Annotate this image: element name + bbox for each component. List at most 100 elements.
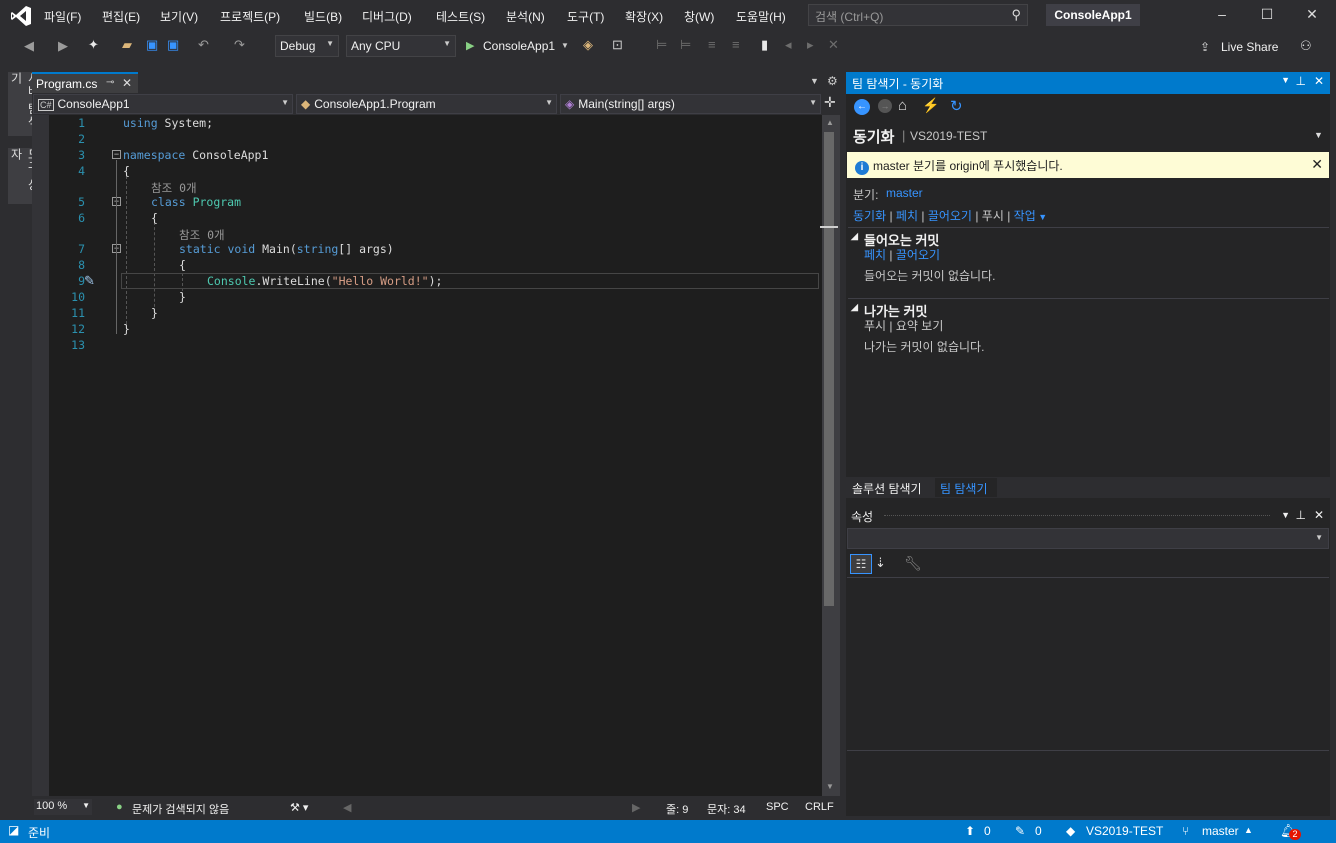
start-button[interactable]: ConsoleApp1 bbox=[483, 39, 555, 53]
branch-status[interactable]: master bbox=[1202, 824, 1239, 838]
pin-icon[interactable]: ⊸ bbox=[106, 77, 114, 88]
search-input[interactable]: 검색 (Ctrl+Q) ⚲ bbox=[808, 4, 1028, 26]
play-icon[interactable]: ▶ bbox=[466, 39, 474, 52]
divider bbox=[847, 750, 1329, 751]
project-select[interactable]: C# ConsoleApp1 ▼ bbox=[33, 94, 293, 114]
sync-link[interactable]: 동기화 bbox=[853, 209, 886, 223]
scroll-down-icon[interactable]: ▼ bbox=[826, 782, 834, 791]
split-window-icon[interactable]: ✛ bbox=[824, 94, 836, 111]
platform-select[interactable]: Any CPU ▼ bbox=[346, 35, 456, 57]
maximize-icon[interactable]: ☐ bbox=[1255, 6, 1279, 26]
close-icon[interactable]: ✕ bbox=[1314, 74, 1324, 88]
close-tab-icon[interactable]: ✕ bbox=[122, 76, 132, 90]
zoom-select[interactable]: 100 % ▼ bbox=[34, 799, 92, 815]
code-line-6: { bbox=[151, 211, 158, 225]
pin-icon[interactable]: ⊥ bbox=[1296, 508, 1306, 522]
forward-icon[interactable]: ▶ bbox=[58, 38, 68, 54]
codelens-references[interactable]: 참조 0개 bbox=[179, 227, 225, 243]
actions-menu[interactable]: 작업 bbox=[1014, 209, 1036, 223]
new-project-icon[interactable]: ✦ bbox=[88, 37, 99, 53]
screenshot-icon[interactable]: ⊡ bbox=[612, 37, 623, 53]
live-share-button[interactable]: Live Share bbox=[1221, 40, 1278, 54]
connect-icon[interactable]: ⚡ bbox=[922, 97, 939, 114]
scroll-thumb[interactable] bbox=[824, 132, 834, 606]
menu-build[interactable]: 빌드(B) bbox=[304, 8, 342, 25]
refresh-icon[interactable]: ↻ bbox=[950, 97, 963, 115]
property-pages-icon[interactable]: 🔧︎ bbox=[904, 555, 922, 572]
collapse-outgoing-icon[interactable]: ◢ bbox=[851, 302, 858, 313]
tab-team-explorer[interactable]: 팀 탐색기 bbox=[935, 478, 997, 497]
save-all-icon[interactable]: ▣ bbox=[167, 37, 179, 53]
code-cleanup-icon[interactable]: ⚒ ▾ bbox=[290, 801, 308, 814]
menu-window[interactable]: 창(W) bbox=[684, 8, 714, 25]
fetch-link[interactable]: 페치 bbox=[896, 209, 918, 223]
bookmark-icon[interactable]: ▮ bbox=[761, 37, 768, 53]
window-position-icon[interactable]: ▼ bbox=[1281, 75, 1290, 85]
menu-view[interactable]: 보기(V) bbox=[160, 8, 198, 25]
back-icon[interactable]: ◀ bbox=[24, 38, 34, 54]
issues-status[interactable]: 문제가 검색되지 않음 bbox=[132, 801, 229, 817]
home-icon[interactable]: ⌂ bbox=[898, 97, 907, 114]
collapse-namespace-icon[interactable]: − bbox=[112, 150, 121, 159]
quick-actions-icon[interactable]: ✎ bbox=[84, 273, 95, 289]
align-icon: ⊨ bbox=[680, 37, 692, 52]
branch-icon[interactable]: ⑂ bbox=[1182, 824, 1189, 838]
pending-changes-icon[interactable]: ✎ bbox=[1015, 824, 1025, 838]
minimize-icon[interactable]: – bbox=[1210, 6, 1234, 26]
menu-tools[interactable]: 도구(T) bbox=[567, 8, 604, 25]
menu-edit[interactable]: 편집(E) bbox=[102, 8, 140, 25]
close-info-icon[interactable]: ✕ bbox=[1311, 156, 1323, 173]
unpushed-count[interactable]: 0 bbox=[984, 824, 991, 838]
codelens-references[interactable]: 참조 0개 bbox=[151, 180, 197, 196]
member-select[interactable]: ◈ Main(string[] args) ▼ bbox=[560, 94, 821, 114]
open-folder-icon[interactable]: ▰ bbox=[122, 37, 132, 53]
hscroll-right-icon[interactable]: ▶ bbox=[632, 801, 640, 814]
collapse-incoming-icon[interactable]: ◢ bbox=[851, 231, 858, 242]
tab-list-dropdown-icon[interactable]: ▼ bbox=[810, 76, 819, 86]
scroll-up-icon[interactable]: ▲ bbox=[826, 118, 834, 127]
window-position-icon[interactable]: ▼ bbox=[1281, 510, 1290, 520]
pending-changes-count[interactable]: 0 bbox=[1035, 824, 1042, 838]
menu-project[interactable]: 프로젝트(P) bbox=[220, 8, 280, 25]
tab-program-cs[interactable]: Program.cs ⊸ ✕ bbox=[32, 72, 138, 93]
line-number: 7 bbox=[78, 242, 85, 256]
pin-icon[interactable]: ⊥ bbox=[1296, 74, 1306, 88]
branch-up-icon[interactable]: ▲ bbox=[1244, 825, 1253, 835]
feedback-icon[interactable]: ⚇ bbox=[1300, 38, 1312, 54]
branch-link[interactable]: master bbox=[886, 186, 923, 200]
type-select[interactable]: ◆ ConsoleApp1.Program ▼ bbox=[296, 94, 557, 114]
live-share-icon[interactable]: ⇪ bbox=[1200, 40, 1210, 54]
page-dropdown-icon[interactable]: ▼ bbox=[1314, 130, 1323, 140]
repository-icon[interactable]: ◆ bbox=[1066, 824, 1075, 838]
menu-file[interactable]: 파일(F) bbox=[44, 8, 81, 25]
close-icon[interactable]: ✕ bbox=[1300, 6, 1324, 26]
menu-analyze[interactable]: 분석(N) bbox=[506, 8, 545, 25]
back-icon[interactable]: ← bbox=[854, 99, 870, 115]
hscroll-left-icon[interactable]: ◀ bbox=[343, 801, 351, 814]
unpushed-icon[interactable]: ⬆ bbox=[965, 824, 975, 838]
close-icon[interactable]: ✕ bbox=[1314, 508, 1324, 522]
menu-extensions[interactable]: 확장(X) bbox=[625, 8, 663, 25]
undo-icon[interactable]: ↶ bbox=[198, 37, 209, 53]
object-select[interactable]: ▼ bbox=[847, 528, 1329, 549]
menu-debug[interactable]: 디버그(D) bbox=[362, 8, 412, 25]
categorized-icon[interactable]: ☷ bbox=[850, 554, 872, 574]
tab-solution-explorer[interactable]: 솔루션 탐색기 bbox=[846, 478, 934, 497]
incoming-fetch-link[interactable]: 페치 bbox=[864, 248, 886, 262]
divider bbox=[848, 227, 1329, 228]
browser-link-icon[interactable]: ◈ bbox=[583, 37, 593, 53]
output-icon[interactable]: ◪ bbox=[8, 823, 19, 837]
start-dropdown-icon[interactable]: ▼ bbox=[561, 41, 569, 50]
vs-logo-icon[interactable] bbox=[10, 5, 32, 27]
redo-icon[interactable]: ↷ bbox=[234, 37, 245, 53]
menu-test[interactable]: 테스트(S) bbox=[436, 8, 485, 25]
menu-help[interactable]: 도움말(H) bbox=[736, 8, 786, 25]
gear-icon[interactable]: ⚙ bbox=[827, 74, 838, 88]
sync-actions: 동기화 | 페치 | 끌어오기 | 푸시 | 작업 ▼ bbox=[853, 209, 1048, 223]
configuration-select[interactable]: Debug ▼ bbox=[275, 35, 339, 57]
save-icon[interactable]: ▣ bbox=[146, 37, 158, 53]
incoming-pull-link[interactable]: 끌어오기 bbox=[896, 248, 940, 262]
alphabetical-icon[interactable]: ⇣ bbox=[875, 555, 886, 571]
repository-status[interactable]: VS2019-TEST bbox=[1086, 824, 1163, 838]
pull-link[interactable]: 끌어오기 bbox=[928, 209, 972, 223]
